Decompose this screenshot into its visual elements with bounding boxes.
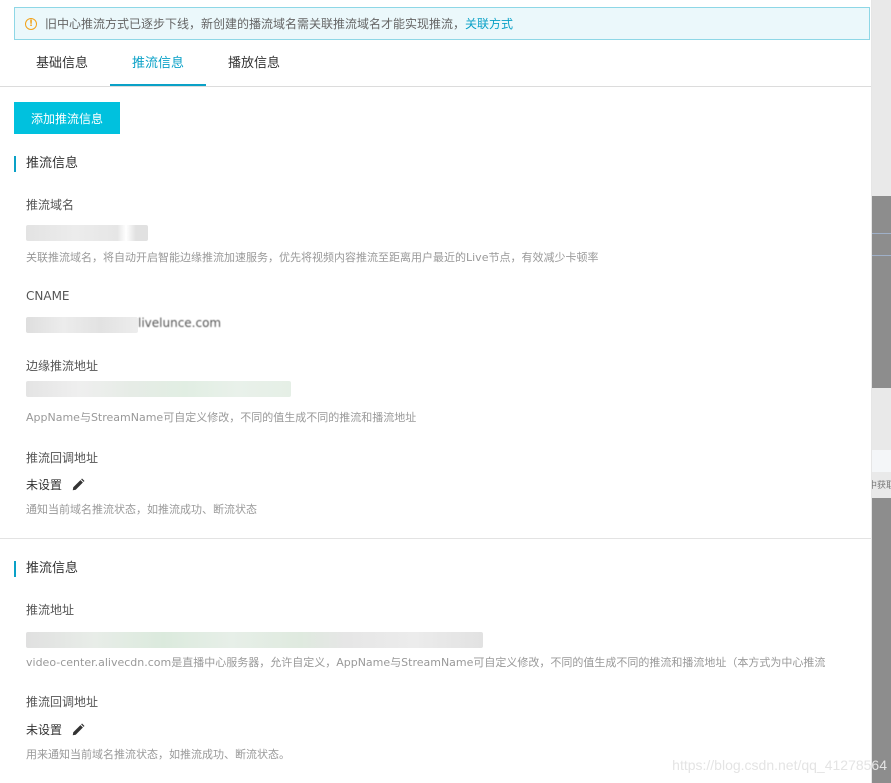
section-title: 推流信息: [14, 561, 78, 577]
notice-text: 旧中心推流方式已逐步下线，新创建的播流域名需关联推流域名才能实现推流，: [45, 17, 466, 31]
section-divider: [0, 538, 871, 539]
domain-config-drawer: ! 旧中心推流方式已逐步下线，新创建的播流域名需关联推流域名才能实现推流， 关联…: [0, 0, 872, 783]
push-url-redacted: [26, 632, 483, 648]
tab-play-info[interactable]: 播放信息: [214, 42, 294, 86]
push-callback-label-2: 推流回调地址: [26, 695, 99, 709]
edge-push-url-help: AppName与StreamName可自定义修改，不同的值生成不同的推流和播流地…: [26, 411, 417, 424]
callback-status-text-2: 未设置: [26, 723, 63, 737]
warning-icon: !: [25, 17, 37, 30]
notice-banner: ! 旧中心推流方式已逐步下线，新创建的播流域名需关联推流域名才能实现推流， 关联…: [14, 7, 870, 40]
tab-bar: 基础信息 推流信息 播放信息: [0, 42, 871, 87]
tab-push-info[interactable]: 推流信息: [110, 42, 206, 86]
push-domain-value-redacted: [26, 225, 148, 241]
push-callback-value-2: 未设置: [26, 721, 85, 738]
push-url-label: 推流地址: [26, 603, 75, 617]
push-callback-value: 未设置: [26, 476, 85, 493]
add-push-info-button[interactable]: 添加推流信息: [14, 102, 120, 134]
cname-value-redacted: [26, 317, 138, 333]
background-line: [871, 233, 891, 234]
cname-label: CNAME: [26, 289, 70, 303]
background-block: [871, 498, 891, 783]
cname-value: livelunce.com: [138, 316, 222, 330]
push-domain-help: 关联推流域名，将自动开启智能边缘推流加速服务，优先将视频内容推流至距离用户最近的…: [26, 251, 599, 264]
edit-icon[interactable]: [71, 723, 85, 737]
background-line: [871, 255, 891, 256]
tab-basic-info[interactable]: 基础信息: [22, 42, 102, 86]
edit-icon[interactable]: [71, 478, 85, 492]
edge-push-url-label: 边缘推流地址: [26, 359, 99, 373]
section-title: 推流信息: [14, 156, 78, 172]
push-callback-help-2: 用来通知当前域名推流状态，如推流成功、断流状态。: [26, 748, 290, 761]
callback-status-text: 未设置: [26, 478, 63, 492]
background-input: [871, 450, 891, 472]
push-url-help: video-center.alivecdn.com是直播中心服务器，允许自定义，…: [26, 656, 826, 669]
notice-link[interactable]: 关联方式: [465, 15, 513, 32]
edge-push-url-redacted: [26, 381, 291, 397]
watermark: https://blog.csdn.net/qq_41278564: [672, 757, 887, 773]
push-callback-label: 推流回调地址: [26, 451, 99, 465]
background-block: [871, 196, 891, 388]
push-callback-help: 通知当前域名推流状态，如推流成功、断流状态: [26, 503, 257, 516]
push-domain-label: 推流域名: [26, 198, 75, 212]
